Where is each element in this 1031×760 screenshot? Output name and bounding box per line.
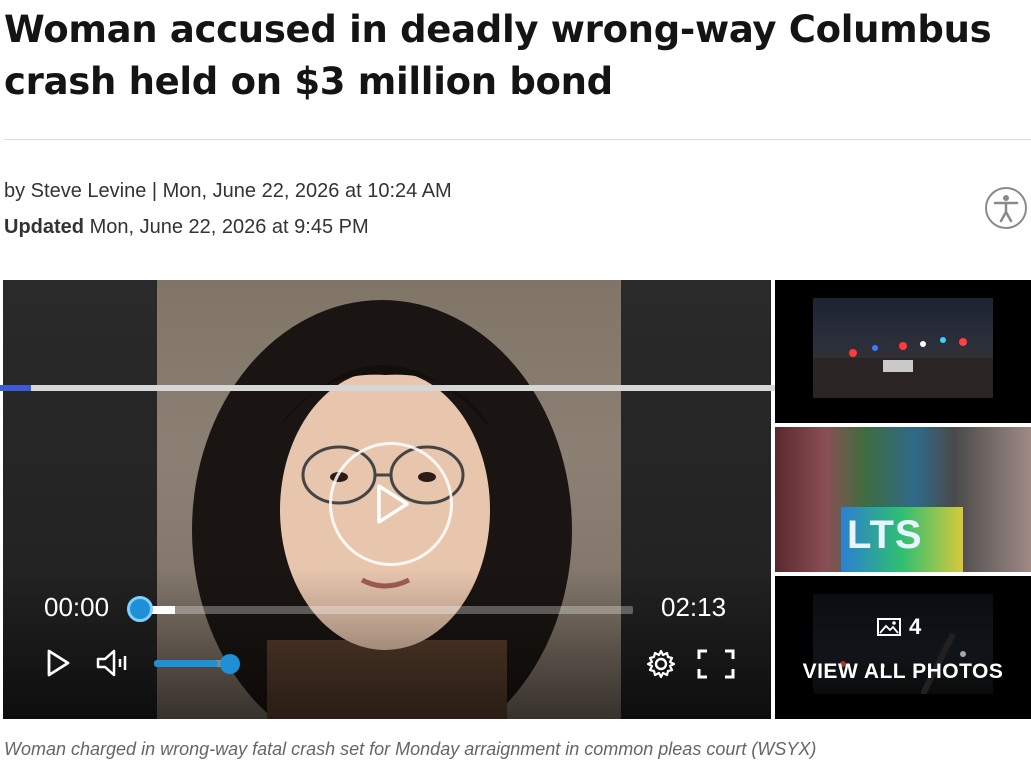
volume-level [154, 660, 218, 667]
volume-handle[interactable] [220, 654, 240, 674]
article-headline: Woman accused in deadly wrong-way Columb… [4, 8, 992, 103]
mute-button[interactable] [95, 646, 135, 680]
gallery-thumbnail-1[interactable] [775, 280, 1031, 423]
updated-line: Updated Mon, June 22, 2026 at 9:45 PM [4, 216, 369, 239]
video-player[interactable]: 00:00 02:13 [3, 280, 771, 719]
controls-overlay [3, 569, 771, 719]
updated-date: Mon, June 22, 2026 at 9:45 PM [89, 216, 369, 238]
photo-count: 4 [877, 614, 921, 640]
play-button[interactable] [43, 648, 73, 678]
accessibility-icon [993, 195, 1019, 223]
updated-label: Updated [4, 216, 84, 238]
divider [4, 139, 1031, 140]
duration: 02:13 [661, 592, 727, 622]
view-all-label: VIEW ALL PHOTOS [802, 660, 1004, 683]
overlay [775, 576, 1031, 719]
image-icon [877, 618, 901, 636]
video-caption: Woman charged in wrong-way fatal crash s… [4, 739, 817, 759]
fullscreen-icon [697, 649, 735, 679]
current-time: 00:00 [44, 592, 110, 622]
settings-icon [646, 649, 676, 679]
byline: by Steve Levine | Mon, June 22, 2026 at … [4, 180, 452, 202]
fullscreen-button[interactable] [696, 648, 736, 680]
view-all-photos-button[interactable]: 4 VIEW ALL PHOTOS [775, 576, 1031, 719]
banner-text: LTS [847, 513, 923, 557]
seek-handle[interactable] [127, 596, 153, 622]
gallery-thumbnail-2[interactable]: LTS [775, 427, 1031, 572]
page-progress-fill [0, 385, 31, 391]
accessibility-button[interactable] [985, 187, 1027, 229]
play-icon [377, 484, 409, 524]
seek-bar[interactable] [141, 606, 633, 614]
photo-count-number: 4 [909, 614, 922, 639]
play-icon [47, 649, 70, 677]
settings-button[interactable] [645, 648, 677, 680]
volume-icon [96, 649, 127, 677]
big-play-button[interactable] [329, 442, 453, 566]
crash-scene-image [813, 298, 993, 398]
